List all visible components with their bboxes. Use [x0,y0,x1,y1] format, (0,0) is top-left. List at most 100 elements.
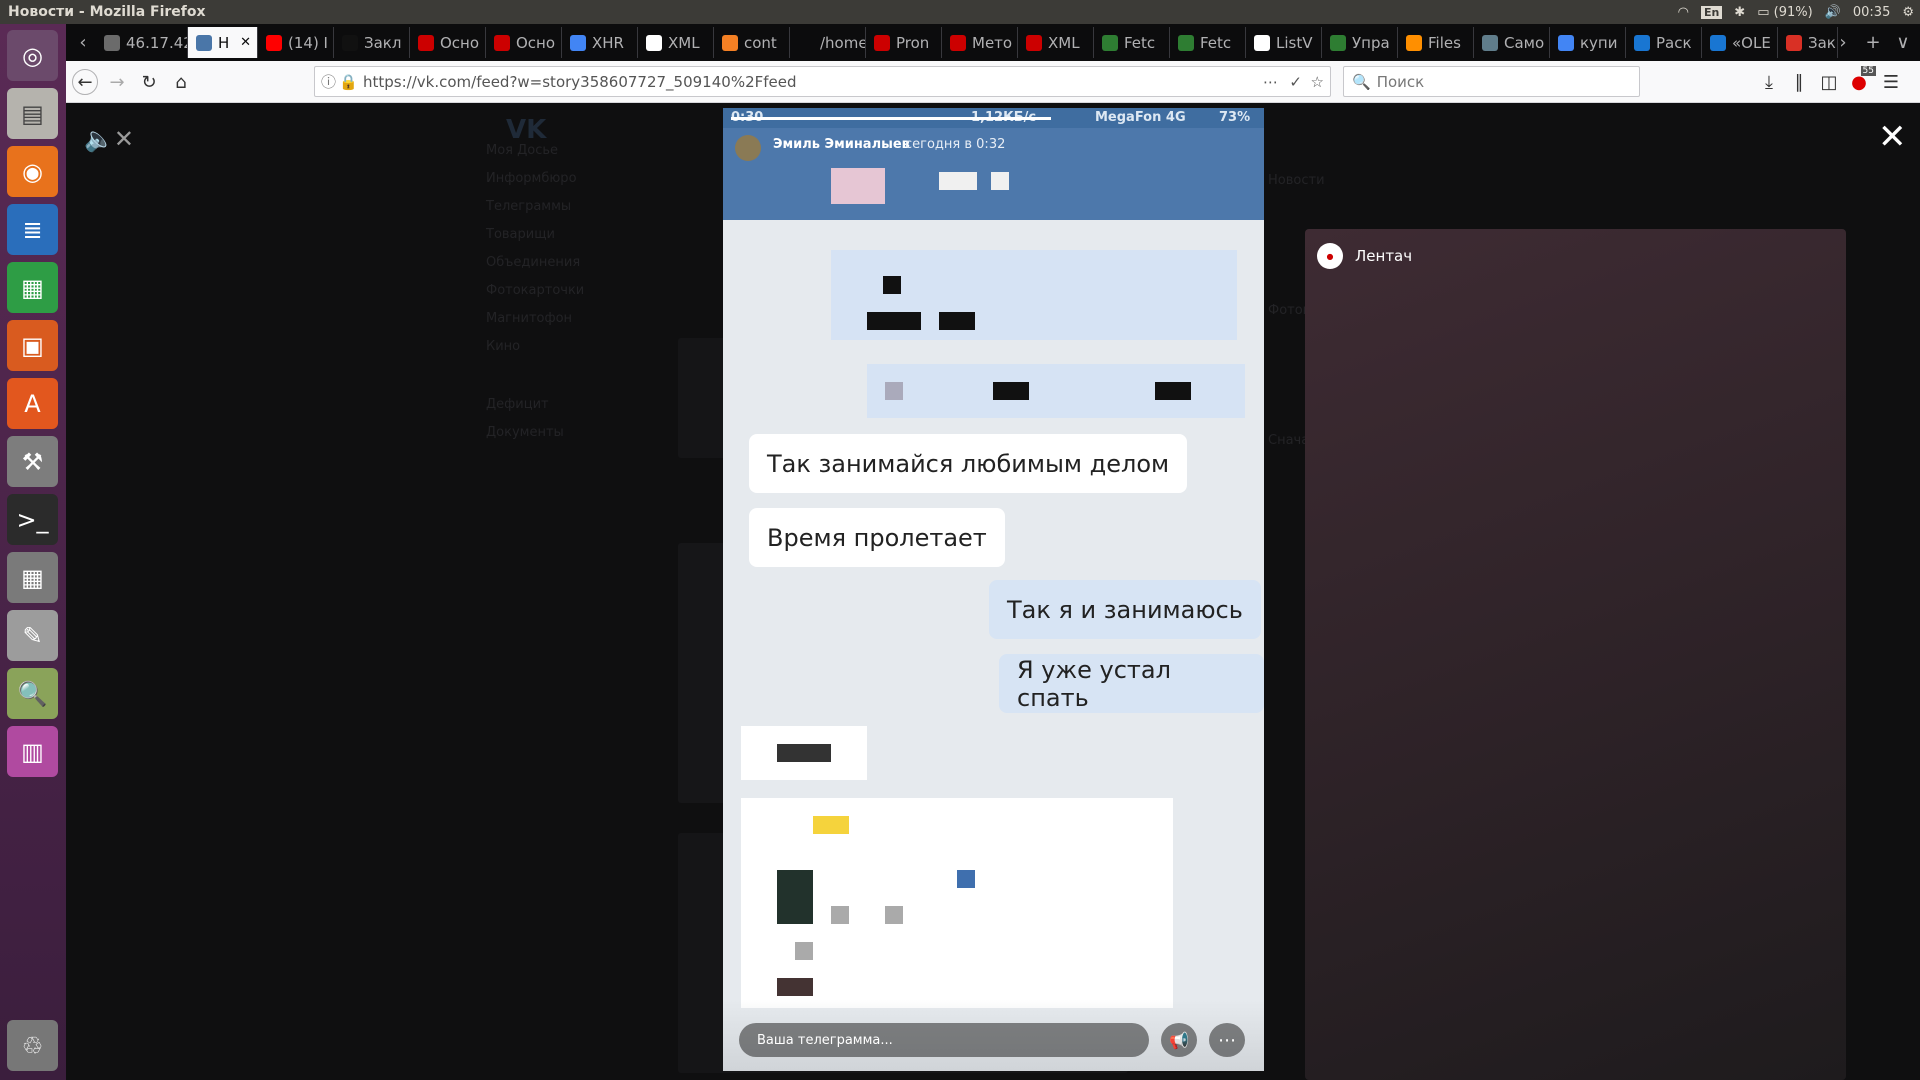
writer-icon[interactable]: ≣ [7,204,58,255]
pixelated-area [795,942,813,960]
keyboard-layout[interactable]: En [1700,5,1723,19]
vk-menu-item[interactable]: Телеграммы [486,199,571,214]
tab-9[interactable]: /home/ [790,27,866,58]
story-viewer[interactable]: 0:30 1,12КБ/с MegaFon 4G 73% Эмиль Эмина… [723,108,1264,1071]
tab-favicon-icon [342,34,358,51]
new-tab-button[interactable]: + [1860,29,1886,55]
home-button[interactable]: ⌂ [168,69,194,95]
vk-menu-item[interactable]: Магнитофон [486,311,572,326]
author-name[interactable]: Эмиль Эминалыев [773,137,910,152]
tab-16[interactable]: Упра [1322,27,1398,58]
tab-label: ListV [1276,33,1313,52]
firefox-icon[interactable]: ◉ [7,146,58,197]
vk-menu-item[interactable]: Кино [486,339,520,354]
tab-20[interactable]: Раск [1626,27,1702,58]
author-avatar[interactable] [735,135,761,161]
pixelated-area [831,906,849,924]
vk-menu-item[interactable]: Документы [486,425,564,440]
back-button[interactable]: ← [72,69,98,95]
url-bar[interactable]: ⓘ 🔒 https://vk.com/feed?w=story358607727… [314,66,1331,97]
volume-icon[interactable]: 🔊 [1825,5,1841,20]
system-settings-icon[interactable]: ⚒ [7,436,58,487]
tab-1[interactable]: Н ✕ [188,27,258,58]
url-text[interactable]: https://vk.com/feed?w=story358607727_509… [363,73,797,91]
reload-button[interactable]: ↻ [136,69,162,95]
tab-3[interactable]: Закл [334,27,410,58]
reply-input[interactable]: Ваша телеграмма... [739,1023,1149,1057]
tab-0[interactable]: 46.17.42 [96,27,188,58]
share-megaphone-icon[interactable]: 📢 [1161,1023,1197,1057]
image-viewer-icon[interactable]: 🔍 [7,668,58,719]
tab-13[interactable]: Fetc [1094,27,1170,58]
library-icon[interactable]: ∥ [1786,69,1812,95]
text-editor-icon[interactable]: ✎ [7,610,58,661]
mute-icon[interactable]: 🔈✕ [84,125,134,153]
trash-icon[interactable]: ♲ [7,1020,58,1071]
tab-8[interactable]: cont [714,27,790,58]
vk-right-menu-item[interactable]: Новости [1268,173,1325,188]
bluetooth-icon[interactable]: ✱ [1734,5,1745,20]
tab-12[interactable]: XML [1018,27,1094,58]
files-icon[interactable]: ▤ [7,88,58,139]
tab-5[interactable]: Осно [486,27,562,58]
vk-menu-item[interactable]: Дефицит [486,397,549,412]
tab-label: Упра [1352,33,1390,52]
clock[interactable]: 00:35 [1853,5,1890,20]
vk-menu-item[interactable]: Объединения [486,255,580,270]
vk-menu-item[interactable]: Информбюро [486,171,577,186]
tab-7[interactable]: XML [638,27,714,58]
bookmark-star-icon[interactable]: ☆ [1311,73,1324,91]
unity-launcher: ◎ ▤ ◉ ≣ ▦ ▣ A ⚒ >_ ▦ ✎ 🔍 ▥ ♲ [0,24,66,1080]
tab-22[interactable]: Зак [1778,27,1838,58]
tabs-scroll-left-icon[interactable]: ‹ [70,29,96,55]
tab-close-icon[interactable]: ✕ [240,35,251,50]
tab-11[interactable]: Мето [942,27,1018,58]
next-story-preview[interactable]: ● Лентач [1305,229,1846,1080]
tab-6[interactable]: XHR [562,27,638,58]
workspaces-icon[interactable]: ▥ [7,726,58,777]
tab-17[interactable]: Files [1398,27,1474,58]
tab-favicon-icon [104,34,120,51]
lock-icon[interactable]: 🔒 [339,73,358,91]
more-options-icon[interactable]: ⋯ [1209,1023,1245,1057]
tab-10[interactable]: Pron [866,27,942,58]
software-center-icon[interactable]: A [7,378,58,429]
tab-19[interactable]: купи [1550,27,1626,58]
message-text: Так я и занимаюсь [1007,595,1243,624]
vk-menu-item[interactable]: Товарищи [486,227,555,242]
settings-gear-icon[interactable]: ⚙ [1902,5,1914,20]
calculator-icon[interactable]: ▦ [7,552,58,603]
message-text: Так занимайся любимым делом [767,449,1170,478]
dash-home-icon[interactable]: ◎ [7,30,58,81]
info-icon[interactable]: ⓘ [321,71,336,92]
terminal-icon[interactable]: >_ [7,494,58,545]
tab-label: купи [1580,33,1618,52]
tabs-menu-icon[interactable]: ∨ [1890,29,1916,55]
battery-indicator[interactable]: ▭ (91%) [1757,5,1812,20]
hamburger-menu-icon[interactable]: ☰ [1878,69,1904,95]
sidebar-icon[interactable]: ◫ [1816,69,1842,95]
tab-4[interactable]: Осно [410,27,486,58]
close-story-icon[interactable]: ✕ [1878,117,1907,157]
downloads-icon[interactable]: ⤓ [1756,69,1782,95]
pocket-icon[interactable]: ✓ [1289,73,1302,91]
page-actions-icon[interactable]: ⋯ [1263,73,1278,91]
tab-favicon-icon [1254,34,1270,51]
tabs-scroll-right-icon[interactable]: › [1830,29,1856,55]
tab-2[interactable]: (14) I [258,27,334,58]
tab-21[interactable]: «OLE [1702,27,1778,58]
tab-14[interactable]: Fetc [1170,27,1246,58]
wifi-icon[interactable]: ◠ [1678,5,1689,20]
tab-18[interactable]: Само [1474,27,1550,58]
pixelated-area [957,870,975,888]
impress-icon[interactable]: ▣ [7,320,58,371]
tab-favicon-icon [722,34,738,51]
tab-15[interactable]: ListV [1246,27,1322,58]
search-bar[interactable]: 🔍 Поиск [1343,66,1640,97]
vk-menu-item[interactable]: Фотокарточки [486,283,584,298]
forward-button[interactable]: → [104,69,130,95]
calc-icon[interactable]: ▦ [7,262,58,313]
tab-label: Н [218,33,230,52]
extension-icon[interactable]: ● 55 [1846,66,1876,95]
vk-menu-item[interactable]: Моя Досье [486,143,558,158]
